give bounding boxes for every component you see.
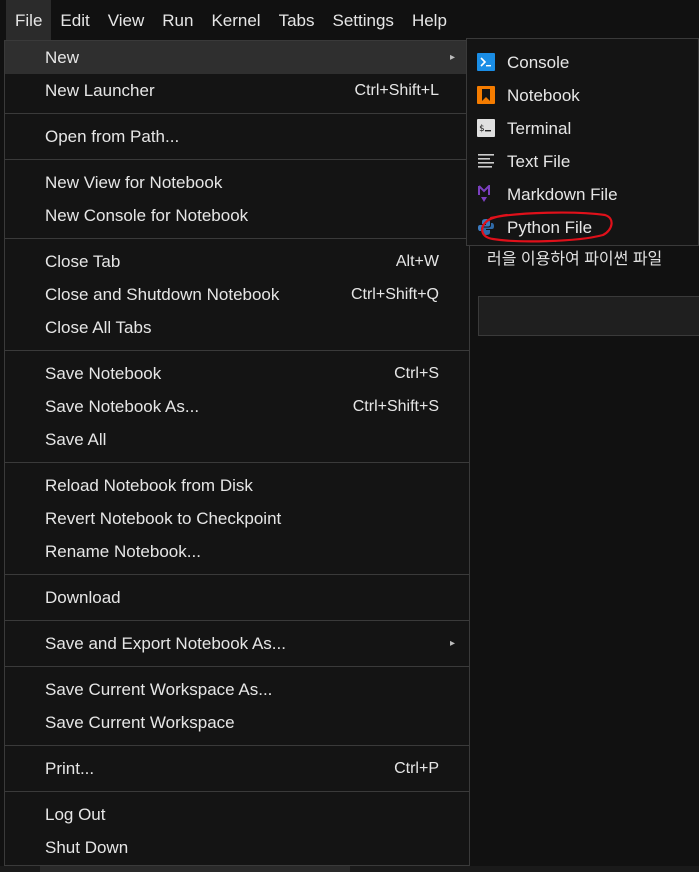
shortcut-label: Ctrl+Shift+L [354, 82, 439, 99]
shortcut-label: Ctrl+Shift+S [352, 398, 439, 415]
menu-divider [5, 238, 469, 239]
status-bar-segment [40, 866, 350, 872]
menu-file[interactable]: File [6, 0, 52, 40]
submenu-item-text-file[interactable]: Text File [467, 145, 698, 178]
menu-item-label: Save Notebook [45, 364, 162, 383]
menu-kernel[interactable]: Kernel [202, 0, 269, 40]
menu-item-new[interactable]: New ▸ [5, 41, 469, 74]
menu-divider [5, 159, 469, 160]
menu-item-label: Open from Path... [45, 127, 180, 146]
shortcut-label: Ctrl+Shift+Q [350, 286, 439, 303]
terminal-icon: $ [477, 119, 495, 137]
menu-item-save-and-export[interactable]: Save and Export Notebook As... ▸ [5, 627, 469, 660]
menu-item-label: Close All Tabs [45, 318, 152, 337]
markdown-icon [478, 185, 490, 202]
status-bar [0, 866, 699, 872]
menu-item-close-all-tabs[interactable]: Close All Tabs [5, 311, 469, 344]
menu-view[interactable]: View [99, 0, 154, 40]
menu-item-rename-notebook[interactable]: Rename Notebook... [5, 535, 469, 568]
submenu-item-markdown-file[interactable]: Markdown File [467, 178, 698, 211]
menu-item-label: Save and Export Notebook As... [45, 634, 286, 653]
python-icon [478, 219, 494, 235]
menu-item-reload-from-disk[interactable]: Reload Notebook from Disk [5, 469, 469, 502]
menu-tabs[interactable]: Tabs [270, 0, 324, 40]
menu-item-save-workspace[interactable]: Save Current Workspace [5, 706, 469, 739]
menu-item-label: Save All [45, 430, 107, 449]
menu-divider [5, 350, 469, 351]
submenu-item-label: Markdown File [507, 185, 618, 204]
menu-item-label: Close Tab [45, 252, 121, 271]
menu-item-shut-down[interactable]: Shut Down [5, 831, 469, 864]
menu-item-print[interactable]: Print... Ctrl+P [5, 752, 469, 785]
submenu-item-console[interactable]: Console [467, 46, 698, 79]
file-menu: New ▸ New Launcher Ctrl+Shift+L Open fro… [4, 40, 470, 866]
menu-item-label: New Launcher [45, 81, 155, 100]
shortcut-label: Ctrl+P [394, 760, 439, 777]
chevron-right-icon: ▸ [449, 638, 455, 649]
menu-item-label: Save Current Workspace As... [45, 680, 273, 699]
console-icon [477, 53, 495, 71]
new-submenu: Console Notebook $ Terminal Text File Ma… [466, 38, 699, 246]
menu-divider [5, 620, 469, 621]
menu-settings[interactable]: Settings [324, 0, 403, 40]
menu-item-save-notebook-as[interactable]: Save Notebook As... Ctrl+Shift+S [5, 390, 469, 423]
menu-item-new-view-for-notebook[interactable]: New View for Notebook [5, 166, 469, 199]
menu-item-label: New View for Notebook [45, 173, 223, 192]
menu-item-save-all[interactable]: Save All [5, 423, 469, 456]
submenu-item-label: Text File [507, 152, 571, 171]
notebook-code-cell[interactable] [478, 296, 699, 336]
menu-divider [5, 574, 469, 575]
menu-item-label: Reload Notebook from Disk [45, 476, 253, 495]
menubar: File Edit View Run Kernel Tabs Settings … [0, 0, 699, 40]
menu-item-label: New Console for Notebook [45, 206, 249, 225]
notebook-icon [477, 86, 495, 104]
menu-item-label: Save Notebook As... [45, 397, 200, 416]
menu-item-save-notebook[interactable]: Save Notebook Ctrl+S [5, 357, 469, 390]
svg-text:$: $ [479, 124, 484, 134]
menu-item-label: Revert Notebook to Checkpoint [45, 509, 282, 528]
submenu-item-label: Python File [507, 218, 593, 237]
menu-help[interactable]: Help [403, 0, 456, 40]
menu-item-open-from-path[interactable]: Open from Path... [5, 120, 469, 153]
menu-divider [5, 745, 469, 746]
menu-item-download[interactable]: Download [5, 581, 469, 614]
menu-item-label: Print... [45, 759, 95, 778]
menu-divider [5, 462, 469, 463]
chevron-right-icon: ▸ [449, 52, 455, 63]
menu-item-save-workspace-as[interactable]: Save Current Workspace As... [5, 673, 469, 706]
submenu-item-terminal[interactable]: $ Terminal [467, 112, 698, 145]
submenu-item-label: Terminal [507, 119, 572, 138]
notebook-markdown-text: 러을 이용하여 파이썬 파일 [487, 251, 663, 268]
menu-item-new-launcher[interactable]: New Launcher Ctrl+Shift+L [5, 74, 469, 107]
submenu-item-python-file[interactable]: Python File [467, 211, 698, 244]
text-file-icon [478, 154, 494, 168]
menu-item-label: Log Out [45, 805, 106, 824]
menu-item-label: Close and Shutdown Notebook [45, 285, 280, 304]
menu-item-log-out[interactable]: Log Out [5, 798, 469, 831]
submenu-item-label: Notebook [507, 86, 580, 105]
menu-item-close-tab[interactable]: Close Tab Alt+W [5, 245, 469, 278]
shortcut-label: Alt+W [395, 253, 439, 270]
menu-divider [5, 113, 469, 114]
submenu-item-label: Console [507, 53, 570, 72]
menu-divider [5, 791, 469, 792]
shortcut-label: Ctrl+S [394, 365, 439, 382]
submenu-item-notebook[interactable]: Notebook [467, 79, 698, 112]
menu-item-close-and-shutdown[interactable]: Close and Shutdown Notebook Ctrl+Shift+Q [5, 278, 469, 311]
menu-item-new-console-for-notebook[interactable]: New Console for Notebook [5, 199, 469, 232]
menu-item-revert-to-checkpoint[interactable]: Revert Notebook to Checkpoint [5, 502, 469, 535]
menu-item-label: Shut Down [45, 838, 129, 857]
menu-item-label: Save Current Workspace [45, 713, 235, 732]
menu-item-label: Rename Notebook... [45, 542, 201, 561]
menu-edit[interactable]: Edit [51, 0, 98, 40]
menu-divider [5, 666, 469, 667]
menu-item-label: Download [45, 588, 121, 607]
menu-run[interactable]: Run [153, 0, 202, 40]
menu-item-label: New [45, 48, 80, 67]
